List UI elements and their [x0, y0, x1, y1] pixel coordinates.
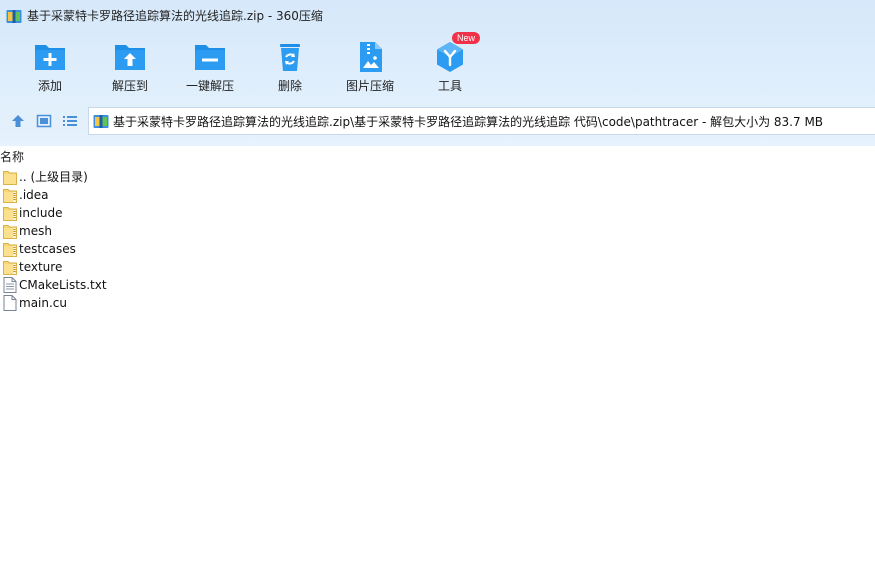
- list-item[interactable]: mesh: [0, 222, 875, 240]
- one-click-extract-button[interactable]: 一键解压: [170, 36, 250, 98]
- list-view-icon[interactable]: [62, 114, 78, 128]
- item-name: .idea: [19, 188, 49, 202]
- list-item[interactable]: testcases: [0, 240, 875, 258]
- folder-icon: [3, 205, 17, 221]
- window-chrome: 基于采蒙特卡罗路径追踪算法的光线追踪.zip - 360压缩 添加 解压到 一键…: [0, 0, 875, 146]
- folder-icon: [3, 241, 17, 257]
- list-item[interactable]: .idea: [0, 186, 875, 204]
- tools-button[interactable]: New 工具: [410, 32, 490, 98]
- list-item[interactable]: include: [0, 204, 875, 222]
- item-name: texture: [19, 260, 63, 274]
- window-title: 基于采蒙特卡罗路径追踪算法的光线追踪.zip - 360压缩: [27, 9, 323, 23]
- extract-to-button-label: 解压到: [111, 79, 148, 93]
- tools-button-label: 工具: [437, 79, 462, 93]
- column-header-name[interactable]: 名称: [0, 146, 875, 166]
- item-name: CMakeLists.txt: [19, 278, 107, 292]
- recycle-bin-icon: [280, 44, 300, 71]
- list-item-parent[interactable]: .. (上级目录): [0, 168, 875, 186]
- column-header-label: 名称: [0, 150, 25, 164]
- one-click-extract-icon: [195, 45, 225, 70]
- address-row: 基于采蒙特卡罗路径追踪算法的光线追踪.zip\基于采蒙特卡罗路径追踪算法的光线追…: [0, 106, 875, 136]
- tools-cube-icon: [437, 42, 463, 72]
- item-name: include: [19, 206, 63, 220]
- image-compress-button[interactable]: 图片压缩: [330, 36, 410, 98]
- new-badge: New: [452, 32, 481, 44]
- text-file-icon: [3, 277, 17, 293]
- item-name: .. (上级目录): [19, 170, 88, 184]
- extract-to-folder-icon: [115, 45, 145, 70]
- item-name: mesh: [19, 224, 52, 238]
- toolbar: 添加 解压到 一键解压 删除 图片压缩 New 工具: [0, 32, 875, 100]
- item-name: testcases: [19, 242, 76, 256]
- list-item[interactable]: main.cu: [0, 294, 875, 312]
- add-button[interactable]: 添加: [10, 36, 90, 98]
- file-list: .. (上级目录) .idea include mesh testcases t…: [0, 168, 875, 312]
- add-button-label: 添加: [37, 79, 62, 93]
- folder-icon: [3, 259, 17, 275]
- list-item[interactable]: CMakeLists.txt: [0, 276, 875, 294]
- thumbnail-view-icon[interactable]: [36, 114, 52, 128]
- image-compress-icon: [360, 42, 382, 72]
- archive-icon: [93, 115, 109, 128]
- title-bar: 基于采蒙特卡罗路径追踪算法的光线追踪.zip - 360压缩: [0, 0, 875, 32]
- address-path: 基于采蒙特卡罗路径追踪算法的光线追踪.zip\基于采蒙特卡罗路径追踪算法的光线追…: [113, 115, 824, 129]
- archive-icon: [6, 10, 22, 23]
- folder-icon: [3, 223, 17, 239]
- up-arrow-icon[interactable]: [10, 114, 26, 128]
- one-click-extract-button-label: 一键解压: [185, 79, 234, 93]
- address-bar[interactable]: 基于采蒙特卡罗路径追踪算法的光线追踪.zip\基于采蒙特卡罗路径追踪算法的光线追…: [88, 107, 875, 135]
- file-icon: [3, 295, 17, 311]
- folder-icon: [3, 187, 17, 203]
- list-item[interactable]: texture: [0, 258, 875, 276]
- delete-button-label: 删除: [277, 79, 302, 93]
- add-folder-icon: [35, 45, 65, 70]
- image-compress-button-label: 图片压缩: [345, 79, 394, 93]
- extract-to-button[interactable]: 解压到: [90, 36, 170, 98]
- item-name: main.cu: [19, 296, 67, 310]
- delete-button[interactable]: 删除: [250, 36, 330, 98]
- folder-icon: [3, 169, 17, 185]
